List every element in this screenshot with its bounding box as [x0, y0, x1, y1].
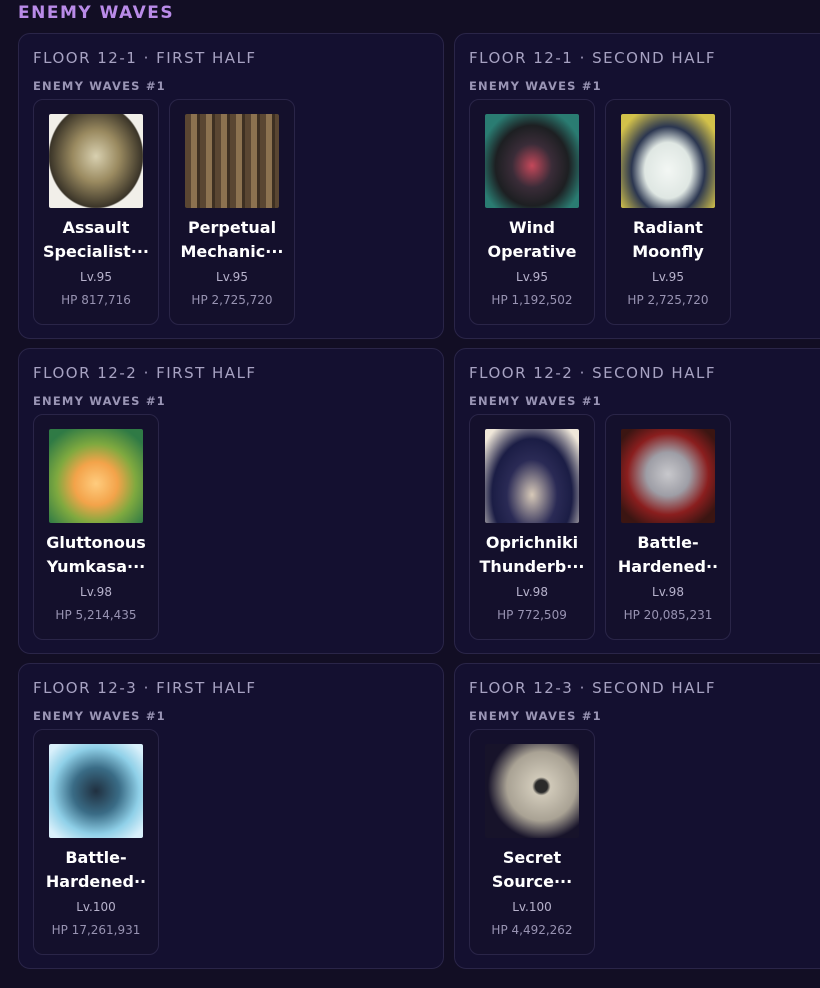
enemy-portrait: [485, 429, 579, 523]
floor-panel-12-3-second: FLOOR 12-3 · SECOND HALF ENEMY WAVES #1 …: [454, 663, 820, 969]
panel-title: FLOOR 12-3 · SECOND HALF: [469, 679, 716, 697]
enemy-portrait: [621, 429, 715, 523]
floor-panel-12-1-first: FLOOR 12-1 · FIRST HALF ENEMY WAVES #1 A…: [18, 33, 444, 339]
wave-label: ENEMY WAVES #1: [469, 709, 602, 723]
enemy-name: Radiant Moonfly: [632, 218, 704, 261]
enemy-level: Lv.100: [512, 900, 552, 914]
floor-panel-12-1-second: FLOOR 12-1 · SECOND HALF ENEMY WAVES #1 …: [454, 33, 820, 339]
enemy-hp: HP 2,725,720: [627, 293, 709, 307]
floor-panel-12-3-first: FLOOR 12-3 · FIRST HALF ENEMY WAVES #1 B…: [18, 663, 444, 969]
floor-panel-12-2-second: FLOOR 12-2 · SECOND HALF ENEMY WAVES #1 …: [454, 348, 820, 654]
enemy-portrait: [49, 429, 143, 523]
enemy-name: Battle- Hardened··: [617, 533, 719, 576]
enemy-level: Lv.95: [652, 270, 684, 284]
enemy-hp: HP 2,725,720: [191, 293, 273, 307]
floor-panel-12-2-first: FLOOR 12-2 · FIRST HALF ENEMY WAVES #1 G…: [18, 348, 444, 654]
page-title: ENEMY WAVES: [18, 3, 175, 23]
wave-label: ENEMY WAVES #1: [33, 79, 166, 93]
panel-title: FLOOR 12-2 · SECOND HALF: [469, 364, 716, 382]
enemy-level: Lv.95: [80, 270, 112, 284]
enemy-card[interactable]: Wind Operative Lv.95 HP 1,192,502: [469, 99, 595, 325]
enemy-card[interactable]: Secret Source··· Lv.100 HP 4,492,262: [469, 729, 595, 955]
enemy-portrait: [621, 114, 715, 208]
enemy-hp: HP 17,261,931: [51, 923, 141, 937]
enemy-hp: HP 772,509: [497, 608, 567, 622]
wave-label: ENEMY WAVES #1: [33, 709, 166, 723]
enemy-hp: HP 1,192,502: [491, 293, 573, 307]
enemy-level: Lv.95: [216, 270, 248, 284]
enemy-portrait: [485, 744, 579, 838]
panel-title: FLOOR 12-2 · FIRST HALF: [33, 364, 257, 382]
enemy-hp: HP 817,716: [61, 293, 131, 307]
enemy-name: Battle- Hardened··: [45, 848, 147, 891]
enemy-level: Lv.98: [80, 585, 112, 599]
enemy-portrait: [185, 114, 279, 208]
enemy-level: Lv.98: [516, 585, 548, 599]
wave-label: ENEMY WAVES #1: [469, 79, 602, 93]
enemy-hp: HP 5,214,435: [55, 608, 137, 622]
enemy-name: Gluttonous Yumkasa···: [46, 533, 146, 576]
enemy-name: Secret Source···: [491, 848, 573, 891]
enemy-hp: HP 20,085,231: [623, 608, 713, 622]
enemy-card[interactable]: Gluttonous Yumkasa··· Lv.98 HP 5,214,435: [33, 414, 159, 640]
wave-label: ENEMY WAVES #1: [469, 394, 602, 408]
enemy-card[interactable]: Oprichniki Thunderb··· Lv.98 HP 772,509: [469, 414, 595, 640]
enemy-name: Oprichniki Thunderb···: [479, 533, 585, 576]
enemy-portrait: [49, 744, 143, 838]
enemy-card[interactable]: Battle- Hardened·· Lv.100 HP 17,261,931: [33, 729, 159, 955]
enemy-level: Lv.100: [76, 900, 116, 914]
enemy-name: Perpetual Mechanic···: [180, 218, 284, 261]
panel-title: FLOOR 12-1 · SECOND HALF: [469, 49, 716, 67]
enemy-card[interactable]: Assault Specialist··· Lv.95 HP 817,716: [33, 99, 159, 325]
enemy-level: Lv.95: [516, 270, 548, 284]
enemy-name: Wind Operative: [487, 218, 577, 261]
enemy-portrait: [49, 114, 143, 208]
enemy-portrait: [485, 114, 579, 208]
enemy-card[interactable]: Battle- Hardened·· Lv.98 HP 20,085,231: [605, 414, 731, 640]
wave-label: ENEMY WAVES #1: [33, 394, 166, 408]
enemy-card[interactable]: Radiant Moonfly Lv.95 HP 2,725,720: [605, 99, 731, 325]
enemy-hp: HP 4,492,262: [491, 923, 573, 937]
enemy-card[interactable]: Perpetual Mechanic··· Lv.95 HP 2,725,720: [169, 99, 295, 325]
panel-title: FLOOR 12-1 · FIRST HALF: [33, 49, 257, 67]
enemy-name: Assault Specialist···: [43, 218, 149, 261]
enemy-level: Lv.98: [652, 585, 684, 599]
panel-title: FLOOR 12-3 · FIRST HALF: [33, 679, 257, 697]
